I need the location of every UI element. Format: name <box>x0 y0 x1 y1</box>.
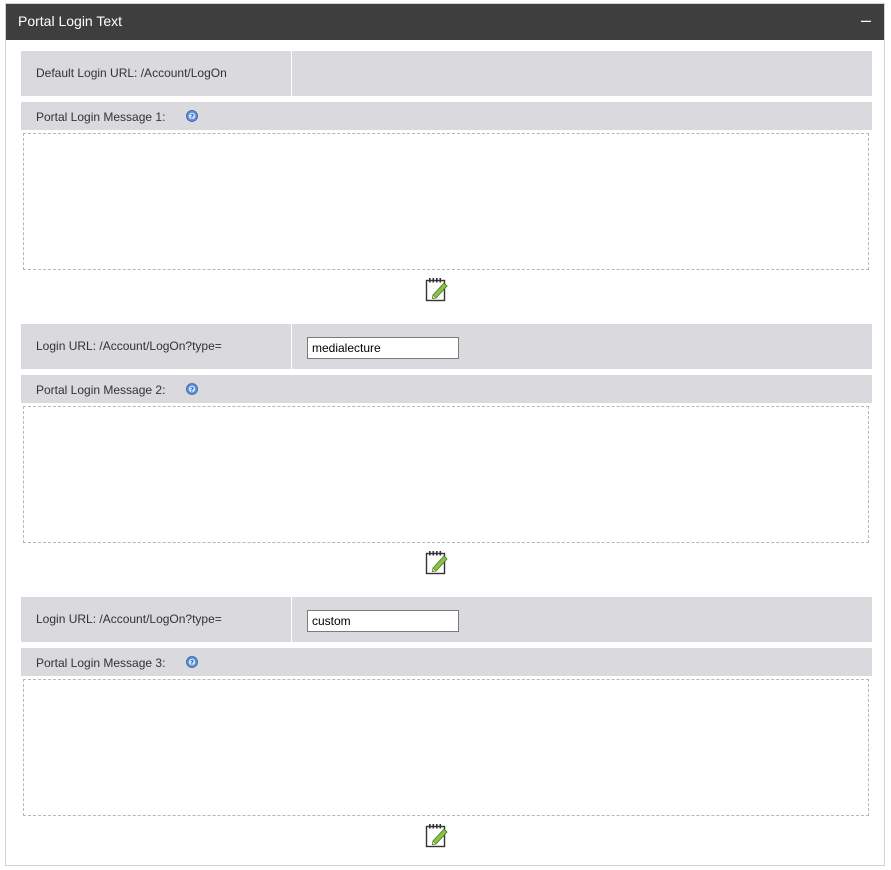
default-login-url-row: Default Login URL: /Account/LogOn <box>21 51 872 96</box>
message-label: Portal Login Message 3: <box>36 656 166 670</box>
url-label: Login URL: /Account/LogOn?type= <box>36 612 222 626</box>
portal-login-text-panel: Portal Login Text – Default Login URL: /… <box>5 3 885 866</box>
edit-notepad-icon[interactable] <box>424 549 450 575</box>
message-2-area[interactable] <box>23 406 869 543</box>
url-label: Login URL: /Account/LogOn?type= <box>36 339 222 353</box>
login-url-row-3: Login URL: /Account/LogOn?type= <box>21 597 872 642</box>
svg-text:?: ? <box>190 658 194 666</box>
url-label: Default Login URL: /Account/LogOn <box>36 66 227 80</box>
help-icon[interactable]: ? <box>186 110 198 122</box>
collapse-button[interactable]: – <box>858 10 874 30</box>
login-type-input-2[interactable] <box>307 337 459 359</box>
message-3-area[interactable] <box>23 679 869 816</box>
message-3-header: Portal Login Message 3: ? <box>21 648 872 676</box>
panel-header: Portal Login Text – <box>6 4 884 40</box>
login-url-row-2: Login URL: /Account/LogOn?type= <box>21 324 872 369</box>
help-icon[interactable]: ? <box>186 383 198 395</box>
edit-notepad-icon[interactable] <box>424 276 450 302</box>
message-label: Portal Login Message 2: <box>36 383 166 397</box>
divider <box>291 324 292 369</box>
message-1-area[interactable] <box>23 133 869 270</box>
edit-notepad-icon[interactable] <box>424 822 450 848</box>
divider <box>291 597 292 642</box>
message-label: Portal Login Message 1: <box>36 110 166 124</box>
divider <box>291 51 292 96</box>
help-icon[interactable]: ? <box>186 656 198 668</box>
login-type-input-3[interactable] <box>307 610 459 632</box>
message-1-header: Portal Login Message 1: ? <box>21 102 872 130</box>
svg-text:?: ? <box>190 385 194 393</box>
svg-text:?: ? <box>190 112 194 120</box>
message-2-header: Portal Login Message 2: ? <box>21 375 872 403</box>
panel-title: Portal Login Text <box>18 13 123 29</box>
